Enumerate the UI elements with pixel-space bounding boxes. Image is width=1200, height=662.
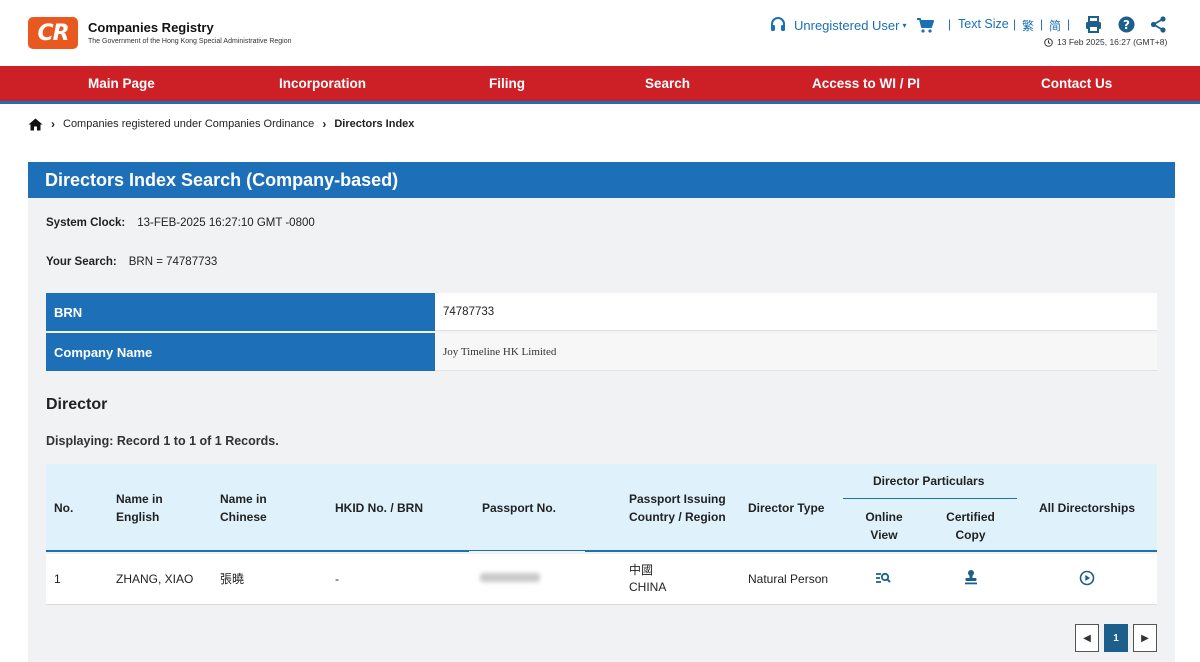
col-name-en: Name in English: [116, 490, 163, 526]
col-online-view: Online View: [865, 508, 903, 544]
datetime-text: 13 Feb 2025, 16:27 (GMT+8): [1057, 37, 1168, 47]
user-label: Unregistered User: [794, 17, 900, 33]
company-name-value: Joy Timeline HK Limited: [435, 333, 1157, 371]
col-name-zh-line2: Chinese: [220, 510, 267, 524]
main-nav: Main Page Incorporation Filing Search Ac…: [0, 66, 1200, 104]
caret-left-icon: ◀: [1083, 632, 1091, 644]
col-no: No.: [54, 501, 74, 515]
breadcrumb-current: Directors Index: [334, 118, 415, 130]
nav-item-filing[interactable]: Filing: [489, 76, 525, 91]
nav-item-incorporation[interactable]: Incorporation: [279, 76, 366, 91]
cell-hkid: -: [335, 572, 339, 586]
col-country-line1: Passport Issuing: [629, 492, 726, 506]
col-name-zh: Name in Chinese: [220, 490, 267, 526]
system-clock-label: System Clock:: [46, 217, 126, 229]
pager-next-button[interactable]: ▶: [1133, 624, 1157, 652]
site-header: CR Companies Registry The Government of …: [0, 0, 1200, 66]
home-icon[interactable]: [28, 118, 43, 131]
brn-label: BRN: [46, 293, 435, 331]
cell-country-zh: 中國: [629, 563, 654, 577]
cell-name-en: ZHANG, XIAO: [116, 572, 194, 586]
nav-item-main-page[interactable]: Main Page: [88, 76, 155, 91]
table-header: No. Name in English Name in Chinese HKID…: [46, 464, 1157, 552]
your-search-label: Your Search:: [46, 256, 117, 268]
cart-icon[interactable]: [916, 17, 934, 33]
col-director-particulars: Director Particulars: [873, 474, 985, 488]
table-row: 1 ZHANG, XIAO 張曉 - 中國 CHINA Natural Pers…: [46, 554, 1157, 605]
col-name-zh-line1: Name in: [220, 492, 267, 506]
section-title-director: Director: [46, 396, 108, 413]
page-title: Directors Index Search (Company-based): [45, 170, 399, 190]
company-name-label: Company Name: [46, 333, 435, 371]
cr-logo[interactable]: CR: [28, 17, 78, 49]
cell-director-type: Natural Person: [748, 572, 829, 586]
header-datetime: 13 Feb 2025, 16:27 (GMT+8): [1044, 37, 1167, 47]
pager-page-button[interactable]: 1: [1104, 624, 1128, 652]
clock-icon: [1044, 37, 1053, 47]
divider: |: [948, 17, 952, 31]
brand-subtitle: The Government of the Hong Kong Special …: [88, 38, 292, 45]
divider: |: [1040, 17, 1044, 31]
col-online-view-line1: Online: [865, 510, 903, 524]
system-clock-value: 13-FEB-2025 16:27:10 GMT -0800: [137, 217, 315, 229]
col-certified-copy-line1: Certified: [946, 510, 995, 524]
cell-passport-redacted: [480, 573, 540, 582]
online-view-icon[interactable]: [875, 570, 891, 586]
col-country-line2: Country / Region: [629, 510, 726, 524]
nav-item-access-wi-pi[interactable]: Access to WI / PI: [812, 76, 920, 91]
stamp-icon[interactable]: [963, 569, 979, 585]
user-menu[interactable]: Unregistered User ▾: [770, 16, 907, 34]
svg-text:?: ?: [1123, 18, 1130, 32]
system-clock: System Clock: 13-FEB-2025 16:27:10 GMT -0…: [46, 217, 315, 229]
chevron-right-icon: ›: [51, 117, 55, 131]
col-passport: Passport No.: [482, 501, 557, 515]
help-icon[interactable]: ?: [1118, 16, 1135, 33]
your-search-value: BRN = 74787733: [128, 256, 218, 268]
print-icon[interactable]: [1085, 16, 1102, 33]
logo-text: CR: [37, 20, 69, 46]
lang-traditional-link[interactable]: 繁: [1022, 17, 1034, 34]
cell-no: 1: [54, 572, 61, 586]
col-online-view-line2: View: [870, 528, 898, 542]
col-director-type: Director Type: [748, 501, 825, 515]
panel-header: Directors Index Search (Company-based): [28, 162, 1175, 198]
cell-country-en: CHINA: [629, 580, 667, 594]
share-icon[interactable]: [1150, 16, 1167, 33]
col-certified-copy: Certified Copy: [943, 508, 998, 544]
divider: |: [1013, 17, 1017, 31]
headset-icon: [771, 17, 785, 31]
record-count: Displaying: Record 1 to 1 of 1 Records.: [46, 434, 279, 448]
col-country: Passport Issuing Country / Region: [629, 490, 726, 526]
directors-table: No. Name in English Name in Chinese HKID…: [46, 464, 1157, 605]
cell-country: 中國 CHINA: [629, 562, 666, 596]
breadcrumb-parent-link[interactable]: Companies registered under Companies Ord…: [63, 118, 314, 130]
breadcrumb: › Companies registered under Companies O…: [28, 117, 414, 131]
caret-down-icon: ▾: [902, 20, 907, 30]
header-divider: [843, 498, 1017, 499]
brn-value: 74787733: [435, 293, 1157, 331]
lang-simplified-link[interactable]: 简: [1049, 17, 1061, 34]
col-name-en-line1: Name in: [116, 492, 163, 506]
pager-prev-button[interactable]: ◀: [1075, 624, 1099, 652]
text-size-link[interactable]: Text Size: [958, 17, 1009, 31]
col-name-en-line2: English: [116, 510, 160, 524]
brand-title: Companies Registry: [88, 20, 214, 35]
nav-item-contact-us[interactable]: Contact Us: [1041, 76, 1112, 91]
play-circle-icon[interactable]: [1079, 570, 1095, 586]
col-hkid: HKID No. / BRN: [335, 501, 423, 515]
col-certified-copy-line2: Copy: [955, 528, 986, 542]
col-all-directorships: All Directorships: [1039, 501, 1136, 515]
nav-item-search[interactable]: Search: [645, 76, 690, 91]
caret-right-icon: ▶: [1141, 632, 1149, 644]
chevron-right-icon: ›: [322, 117, 327, 131]
your-search: Your Search: BRN = 74787733: [46, 256, 217, 268]
cell-name-zh: 張曉: [220, 572, 245, 586]
search-result-panel: Directors Index Search (Company-based) S…: [28, 162, 1175, 662]
divider: |: [1067, 17, 1071, 31]
